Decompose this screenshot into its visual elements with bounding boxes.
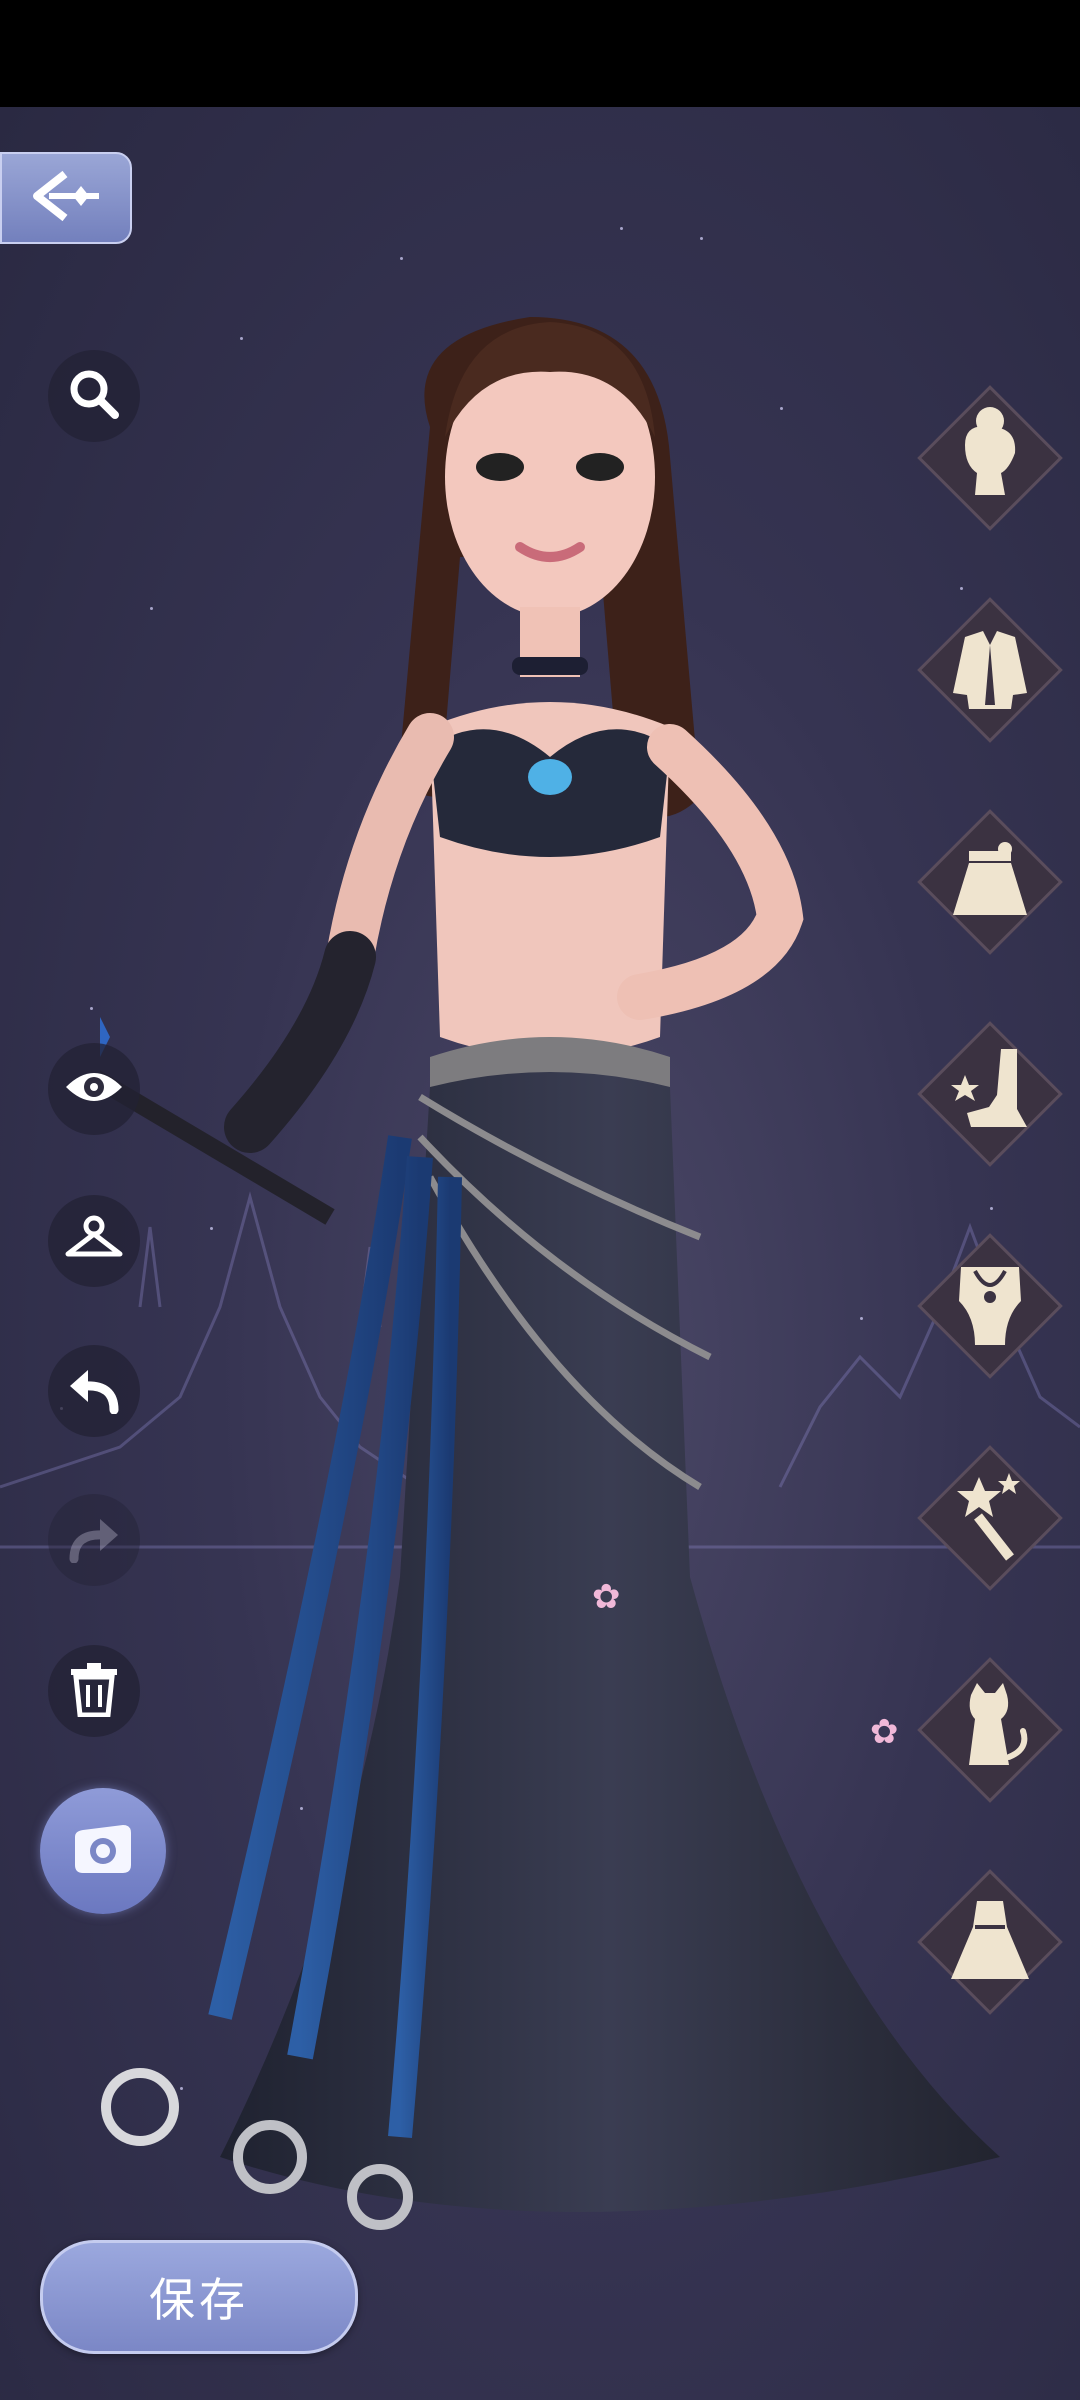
zoom-button[interactable] xyxy=(48,350,140,442)
category-bottom-button[interactable] xyxy=(905,797,1075,967)
avatar-character[interactable] xyxy=(100,277,1000,2277)
category-shoes-button[interactable] xyxy=(905,1009,1075,1179)
category-dress-button[interactable] xyxy=(905,1857,1075,2027)
category-handheld-button[interactable] xyxy=(905,1433,1075,1603)
capture-button[interactable] xyxy=(40,1788,166,1914)
redo-icon xyxy=(66,1513,122,1567)
redo-button[interactable] xyxy=(48,1494,140,1586)
petal-sparkle: ✿ xyxy=(592,1577,621,1617)
undo-icon xyxy=(66,1364,122,1418)
save-button-label: 保存 xyxy=(149,2273,249,2327)
back-button[interactable] xyxy=(0,152,132,244)
back-arrow-icon xyxy=(29,168,103,228)
category-top-button[interactable] xyxy=(905,585,1075,755)
category-pet-button[interactable] xyxy=(905,1645,1075,1815)
trash-icon xyxy=(69,1661,119,1721)
category-accessories-button[interactable] xyxy=(905,1221,1075,1391)
status-bar xyxy=(0,0,1080,107)
delete-button[interactable] xyxy=(48,1645,140,1737)
category-hairstyle-button[interactable] xyxy=(905,373,1075,543)
view-toggle-button[interactable] xyxy=(48,1043,140,1135)
magnifier-icon xyxy=(68,368,120,424)
camera-icon xyxy=(71,1821,135,1881)
wardrobe-button[interactable] xyxy=(48,1195,140,1287)
save-button[interactable]: 保存 xyxy=(40,2240,358,2354)
petal-sparkle: ✿ xyxy=(870,1712,899,1752)
undo-button[interactable] xyxy=(48,1345,140,1437)
hanger-icon xyxy=(64,1214,124,1268)
eye-icon xyxy=(64,1067,124,1111)
